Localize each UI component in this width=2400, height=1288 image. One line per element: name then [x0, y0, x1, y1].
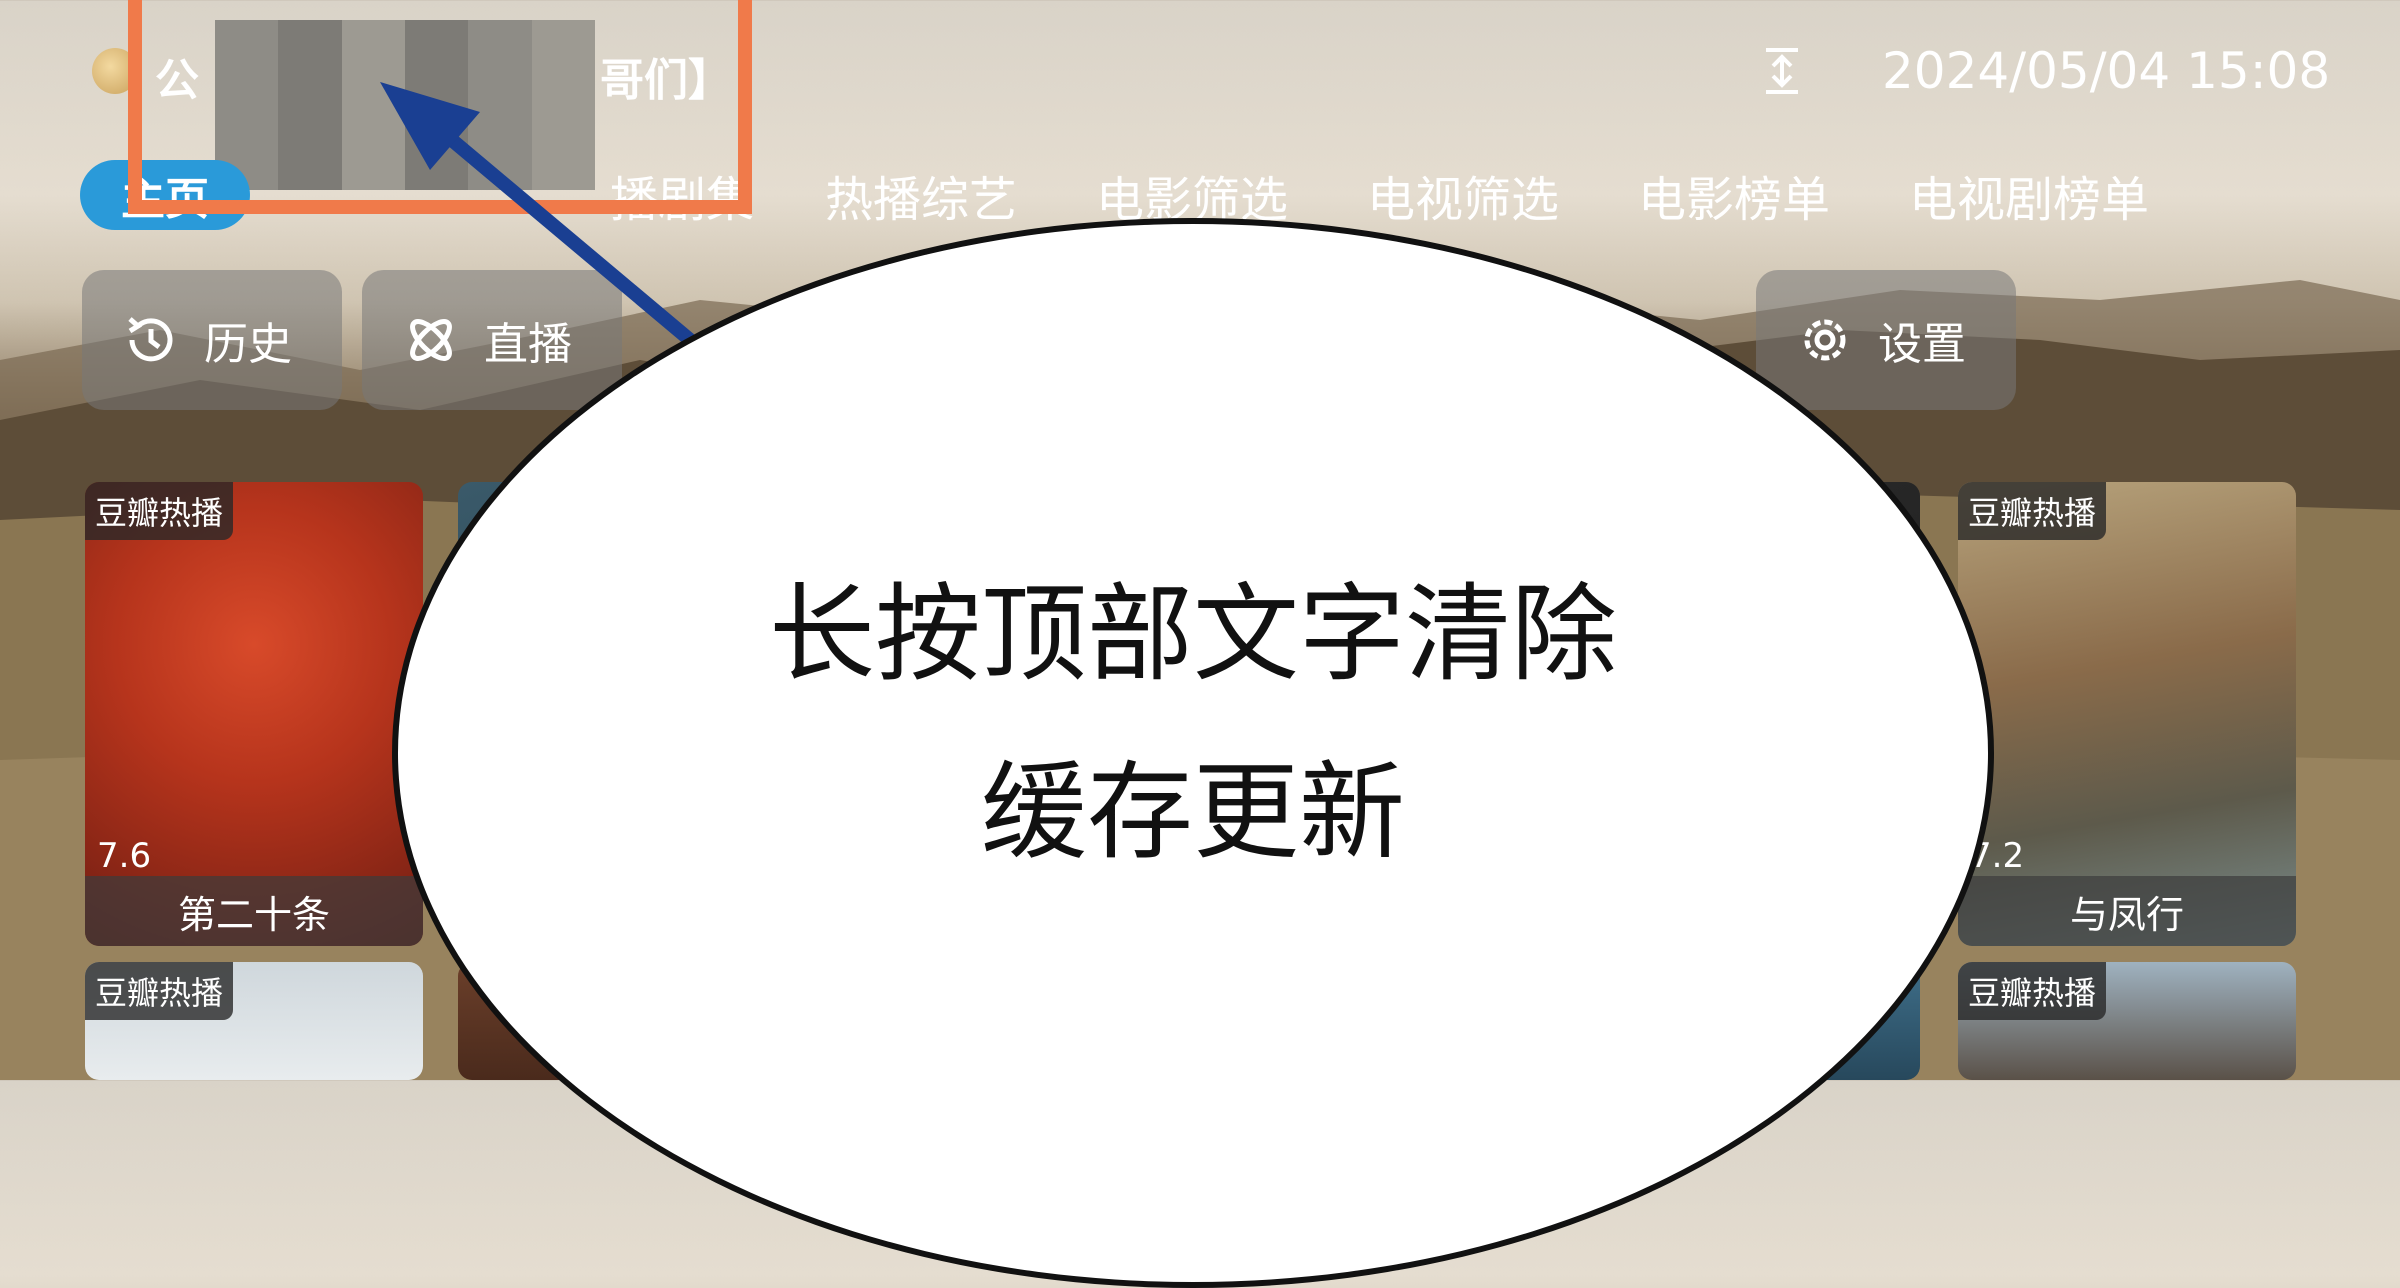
- datetime: 2024/05/04 15:08: [1882, 42, 2331, 100]
- tab-variety[interactable]: 热播综艺: [825, 160, 1017, 230]
- media-title: 与凤行: [1958, 876, 2296, 946]
- tip-line-2: 缓存更新: [981, 751, 1405, 874]
- media-title: 第二十条: [85, 876, 423, 946]
- tip-text: 长按顶部文字清除 缓存更新: [392, 565, 1994, 883]
- media-card[interactable]: 豆瓣热播 7.2 与凤行: [1958, 482, 2296, 946]
- highlight-box: [128, 0, 752, 214]
- history-icon: [128, 317, 173, 362]
- live-button[interactable]: 直播: [362, 270, 622, 410]
- media-card[interactable]: 豆瓣热播 7.6 第二十条: [85, 482, 423, 946]
- source-badge: 豆瓣热播: [1958, 482, 2107, 540]
- history-label: 历史: [204, 319, 292, 370]
- media-card[interactable]: 豆瓣热播: [85, 962, 423, 1080]
- source-badge: 豆瓣热播: [85, 962, 234, 1020]
- settings-button[interactable]: 设置: [1756, 270, 2016, 410]
- source-badge: 豆瓣热播: [85, 482, 234, 540]
- live-icon: [410, 319, 452, 361]
- gear-icon: [1804, 319, 1846, 361]
- settings-label: 设置: [1878, 319, 1966, 370]
- rating-score: 7.6: [97, 836, 152, 876]
- history-button[interactable]: 历史: [82, 270, 342, 410]
- live-label: 直播: [484, 319, 572, 370]
- tip-line-1: 长按顶部文字清除: [769, 573, 1617, 696]
- tab-tv-ranking[interactable]: 电视剧榜单: [1909, 160, 2149, 230]
- tab-movie-ranking[interactable]: 电影榜单: [1638, 160, 1830, 230]
- source-badge: 豆瓣热播: [1958, 962, 2107, 1020]
- tab-tv-filter[interactable]: 电视筛选: [1367, 160, 1559, 230]
- upload-icon[interactable]: [1762, 46, 1802, 96]
- media-card[interactable]: 豆瓣热播: [1958, 962, 2296, 1080]
